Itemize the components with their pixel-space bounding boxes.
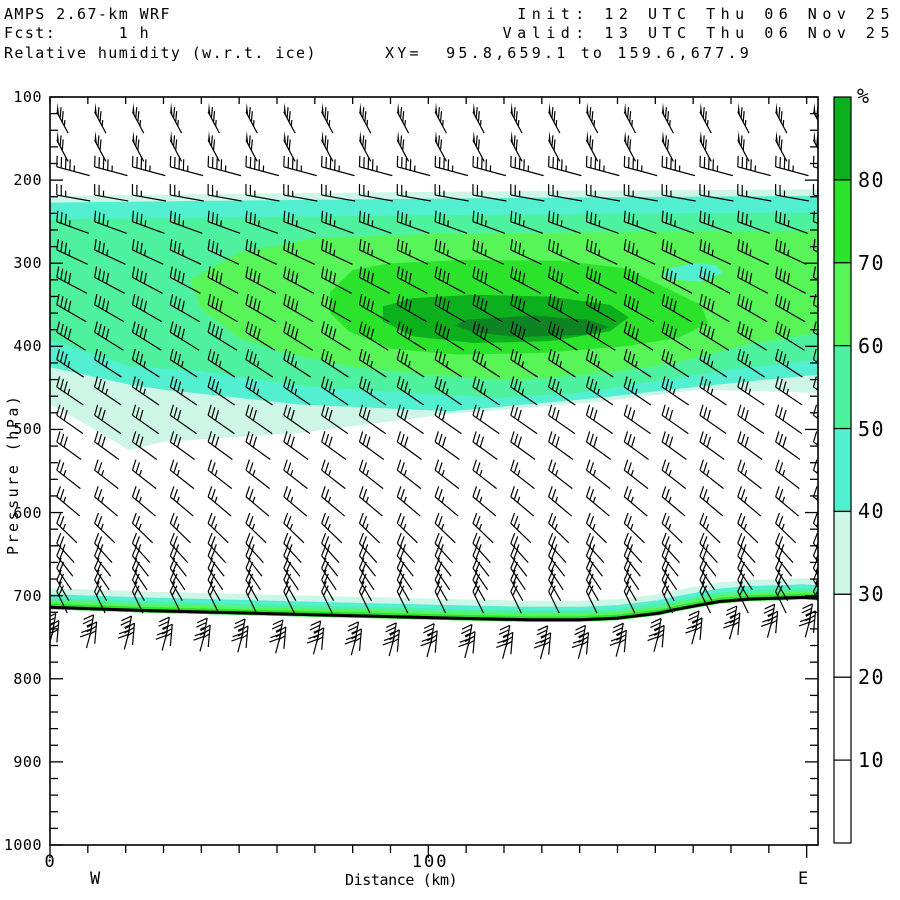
y-tick-900: 900 <box>13 752 42 771</box>
x-axis-title: Distance (km) <box>345 871 458 889</box>
colorbar-segment <box>833 427 852 513</box>
x-tick-100: 100 <box>411 852 449 872</box>
colorbar-segment <box>833 179 852 264</box>
east-label: E <box>798 869 809 889</box>
colorbar-label-30: 30 <box>858 582 886 607</box>
y-tick-800: 800 <box>13 669 42 688</box>
colorbar-label-50: 50 <box>858 416 886 441</box>
plot-interior <box>50 102 818 660</box>
colorbar-segment <box>833 262 852 347</box>
colorbar-label-60: 60 <box>858 333 886 358</box>
colorbar-label-80: 80 <box>858 167 886 192</box>
forecast-hour: Fcst: 1 h <box>4 24 151 42</box>
xy-range: XY= 95.8,659.1 to 159.6,677.9 <box>385 44 752 62</box>
y-tick-300: 300 <box>13 254 42 273</box>
model-title: AMPS 2.67-km WRF <box>4 5 171 23</box>
colorbar-label-10: 10 <box>858 748 886 773</box>
y-axis-title: Pressure (hPa) <box>4 393 22 555</box>
colorbar-label-40: 40 <box>858 499 886 524</box>
valid-time: Valid: 13 UTC Thu 06 Nov 25 <box>502 24 895 42</box>
y-tick-1000: 1000 <box>3 836 42 854</box>
field-title: Relative humidity (w.r.t. ice) <box>4 44 317 62</box>
colorbar-segment <box>833 96 852 181</box>
cross-section-plot <box>49 96 852 858</box>
y-tick-600: 600 <box>13 503 42 522</box>
colorbar-segment <box>833 676 852 761</box>
init-time: Init: 12 UTC Thu 06 Nov 25 <box>517 5 895 23</box>
colorbar-label-70: 70 <box>858 250 886 275</box>
y-tick-100: 100 <box>13 88 42 106</box>
colorbar-unit: % <box>857 84 871 108</box>
colorbar-segment <box>833 759 852 844</box>
x-tick-0: 0 <box>44 852 57 872</box>
y-tick-500: 500 <box>13 420 42 439</box>
colorbar-segment <box>833 345 852 430</box>
y-tick-200: 200 <box>13 171 42 190</box>
colorbar-segment <box>833 510 852 595</box>
y-tick-400: 400 <box>13 337 42 356</box>
colorbar-segment <box>833 593 852 678</box>
colorbar-label-20: 20 <box>858 665 886 690</box>
west-label: W <box>90 869 101 889</box>
y-tick-700: 700 <box>13 586 42 605</box>
